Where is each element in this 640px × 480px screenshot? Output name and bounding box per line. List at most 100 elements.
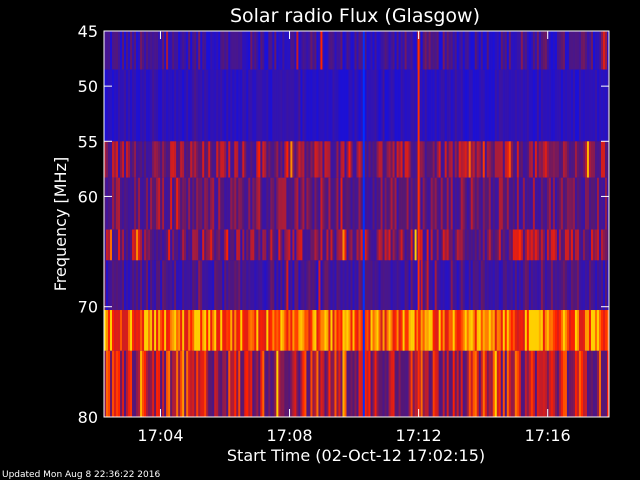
heatmap-cell <box>494 260 498 311</box>
heatmap-cell <box>434 31 437 70</box>
heatmap-cell <box>574 31 578 70</box>
heatmap-cell <box>198 229 201 261</box>
heatmap-cell <box>456 177 459 230</box>
heatmap-cell <box>182 69 185 142</box>
heatmap-cell <box>564 69 568 142</box>
heatmap-cell <box>382 229 385 261</box>
heatmap-cell <box>388 350 391 417</box>
heatmap-cell <box>256 177 259 230</box>
heatmap-cell <box>394 310 397 351</box>
heatmap-cell <box>280 141 283 178</box>
heatmap-cell <box>196 310 199 351</box>
heatmap-cell <box>480 177 484 230</box>
heatmap-cell <box>198 141 201 178</box>
heatmap-cell <box>590 229 594 261</box>
heatmap-cell <box>486 310 490 351</box>
heatmap-cell <box>238 69 241 142</box>
heatmap-cell <box>574 350 578 417</box>
heatmap-cell <box>594 310 598 351</box>
heatmap-cell <box>436 177 439 230</box>
heatmap-cell <box>470 141 474 178</box>
heatmap-cell <box>410 260 413 311</box>
heatmap-cell <box>584 141 588 178</box>
heatmap-cell <box>526 310 530 351</box>
heatmap-cell <box>340 229 343 261</box>
heatmap-cell <box>382 310 385 351</box>
heatmap-cell <box>498 310 502 351</box>
heatmap-cell <box>266 260 269 311</box>
heatmap-cell <box>190 260 193 311</box>
heatmap-cell <box>330 69 333 142</box>
heatmap-cell <box>286 229 289 261</box>
heatmap-cell <box>334 350 337 417</box>
heatmap-cell <box>292 310 295 351</box>
heatmap-cell <box>218 69 221 142</box>
heatmap-cell <box>254 229 257 261</box>
heatmap-cell <box>124 229 127 261</box>
heatmap-cell <box>296 177 299 230</box>
heatmap-cell <box>546 310 550 351</box>
heatmap-cell <box>144 31 147 70</box>
heatmap-cell <box>314 229 317 261</box>
heatmap-cell <box>540 177 544 230</box>
heatmap-cell <box>572 260 576 311</box>
heatmap-cell <box>508 260 512 311</box>
heatmap-cell <box>426 31 429 70</box>
heatmap-cell <box>370 141 373 178</box>
heatmap-cell <box>352 229 355 261</box>
heatmap-cell <box>270 177 273 230</box>
heatmap-cell <box>298 69 301 142</box>
heatmap-cell <box>454 141 457 178</box>
heatmap-cell <box>596 177 600 230</box>
heatmap-cell <box>384 31 387 70</box>
heatmap-cell <box>572 310 576 351</box>
heatmap-cell <box>240 229 243 261</box>
heatmap-cell <box>356 31 359 70</box>
heatmap-cell <box>496 177 500 230</box>
heatmap-cell <box>466 310 470 351</box>
heatmap-cell <box>330 31 333 70</box>
heatmap-cell <box>450 229 453 261</box>
heatmap-cell <box>502 229 506 261</box>
heatmap-cell <box>434 350 437 417</box>
heatmap-cell <box>124 310 127 351</box>
heatmap-cell <box>390 260 393 311</box>
heatmap-cell <box>538 177 542 230</box>
heatmap-cell <box>370 260 373 311</box>
heatmap-cell <box>122 260 125 311</box>
y-tick-label: 55 <box>78 132 98 151</box>
heatmap-cell <box>532 350 536 417</box>
heatmap-cell <box>512 141 516 178</box>
heatmap-cell <box>282 177 285 230</box>
heatmap-cell <box>586 177 590 230</box>
heatmap-cell <box>142 69 145 142</box>
heatmap-cell <box>150 350 153 417</box>
heatmap-cell <box>216 229 219 261</box>
heatmap-cell <box>266 310 269 351</box>
heatmap-cell <box>114 260 117 311</box>
heatmap-cell <box>522 260 526 311</box>
heatmap-cell <box>122 31 125 70</box>
heatmap-cell <box>278 310 281 351</box>
heatmap-cell <box>166 69 169 142</box>
heatmap-cell <box>176 141 179 178</box>
heatmap-cell <box>130 141 133 178</box>
heatmap-cell <box>140 260 143 311</box>
heatmap-cell <box>400 310 403 351</box>
heatmap-cell <box>154 229 157 261</box>
heatmap-cell <box>198 177 201 230</box>
heatmap-cell <box>244 350 247 417</box>
heatmap-cell <box>214 141 217 178</box>
heatmap-cell <box>162 69 165 142</box>
heatmap-cell <box>506 260 510 311</box>
heatmap-cell <box>580 177 584 230</box>
heatmap-cell <box>110 141 113 178</box>
heatmap-cell <box>410 177 413 230</box>
heatmap-cell <box>374 141 377 178</box>
heatmap-cell <box>386 69 389 142</box>
heatmap-cell <box>174 141 177 178</box>
heatmap-cell <box>480 229 484 261</box>
heatmap-cell <box>580 310 584 351</box>
heatmap-cell <box>154 177 157 230</box>
heatmap-cell <box>422 229 425 261</box>
